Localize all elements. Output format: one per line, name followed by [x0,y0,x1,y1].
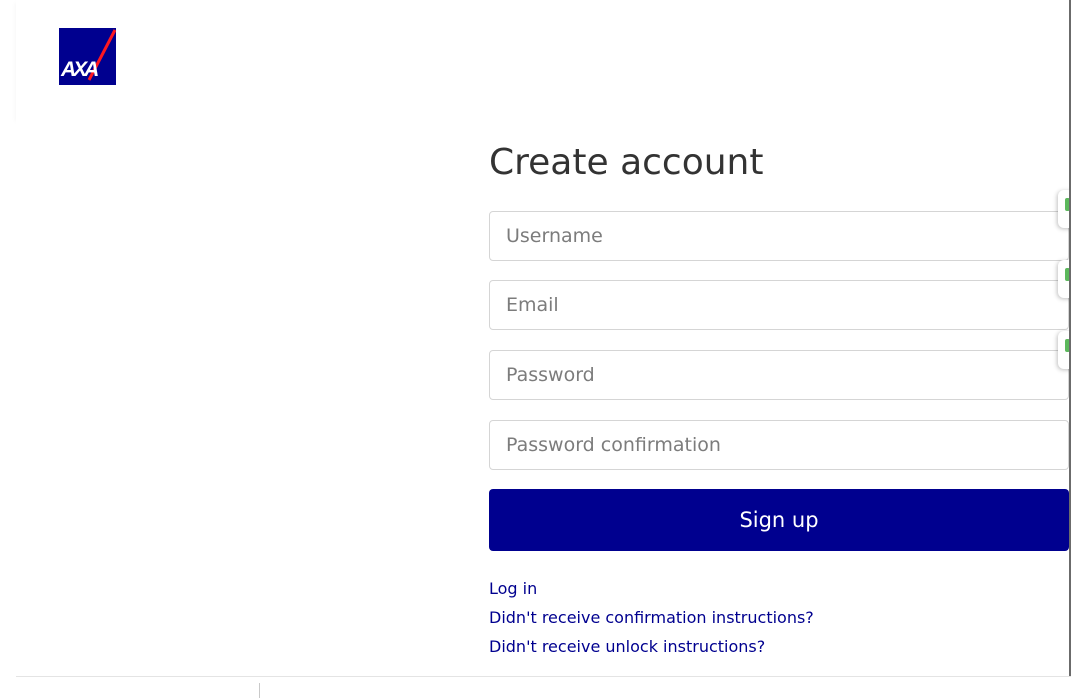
sign-up-button[interactable]: Sign up [489,489,1069,551]
site-header: AXA [16,0,1071,118]
site-footer [16,676,1071,698]
footer-divider [259,683,260,698]
left-edge [0,0,16,697]
confirmation-instructions-link[interactable]: Didn't receive confirmation instructions… [489,603,814,632]
page-title: Create account [489,142,764,183]
password-confirmation-input[interactable] [489,420,1069,470]
auth-links: Log in Didn't receive confirmation instr… [489,574,814,661]
email-input[interactable] [489,280,1069,330]
logo-text: AXA [61,58,99,81]
password-input[interactable] [489,350,1069,400]
axa-logo[interactable]: AXA [59,28,116,85]
username-input[interactable] [489,211,1069,261]
unlock-instructions-link[interactable]: Didn't receive unlock instructions? [489,632,814,661]
log-in-link[interactable]: Log in [489,574,814,603]
